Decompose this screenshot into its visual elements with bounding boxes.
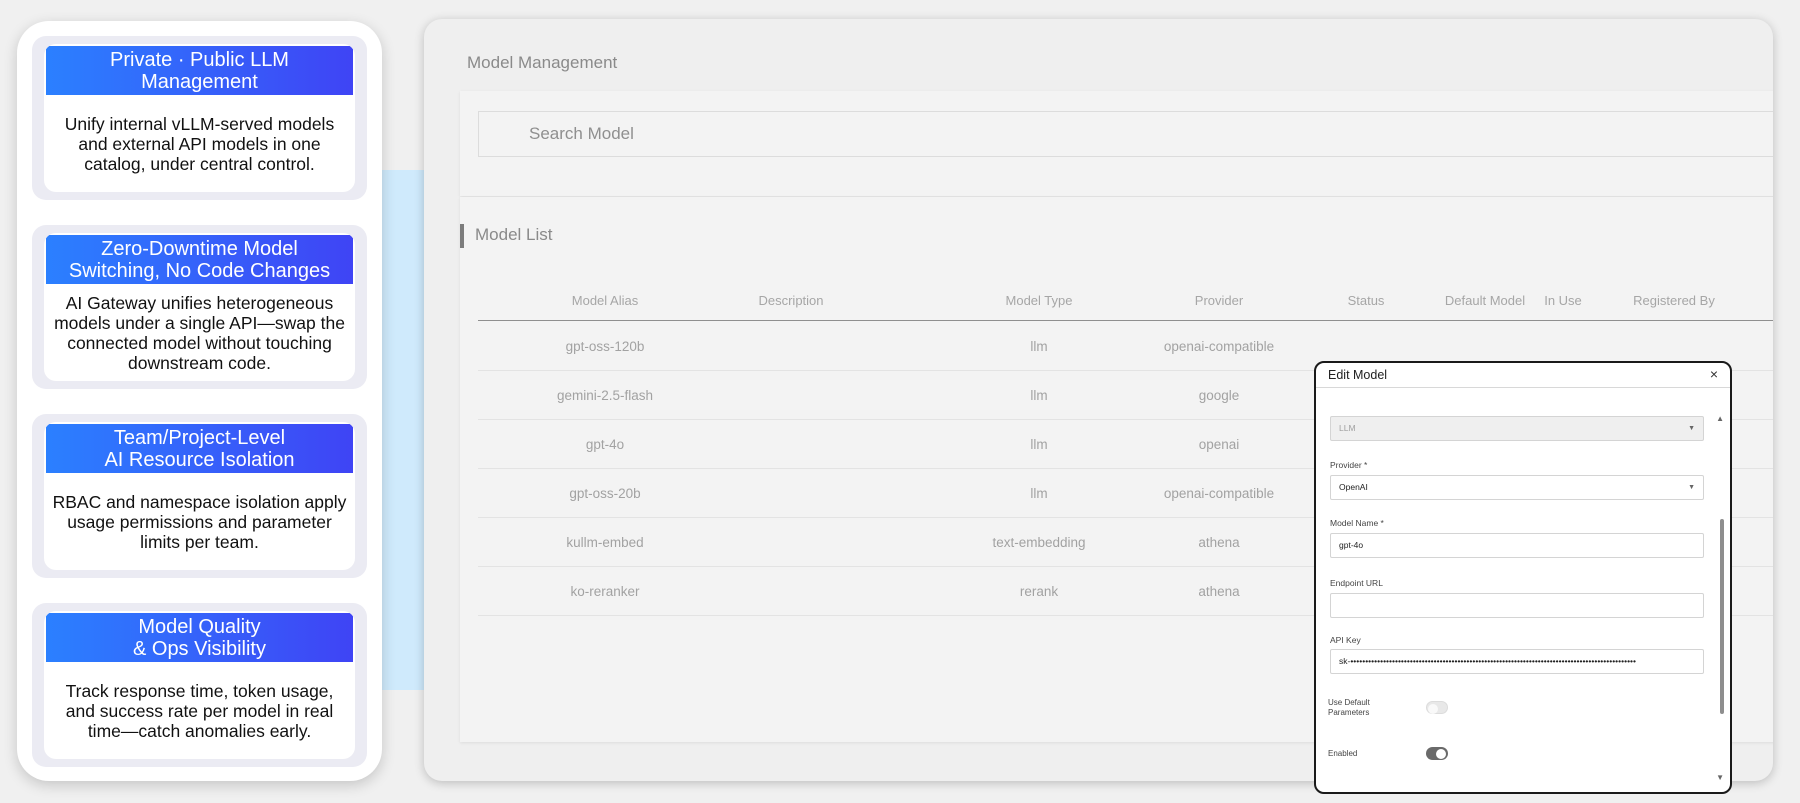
cell-model-type: llm [1030,486,1048,501]
table-header: Model Alias Description Model Type Provi… [478,269,1773,321]
provider-label: Provider * [1330,460,1368,470]
dialog-header: Edit Model × [1316,363,1730,388]
model-type-select[interactable]: LLM ▼ [1330,416,1704,441]
column-header-registered-by[interactable]: Registered By [1633,293,1715,308]
api-key-label: API Key [1330,635,1361,645]
model-type-value: LLM [1339,423,1356,433]
cell-provider: google [1198,388,1240,403]
cell-model-alias: gpt-oss-120b [565,339,645,354]
enabled-toggle[interactable] [1426,747,1448,760]
section-accent-bar [460,224,464,248]
cell-provider: openai-compatible [1163,339,1275,354]
feature-card-body: RBAC and namespace isolation apply usage… [52,492,347,552]
feature-card-title: Zero-Downtime Model Switching, No Code C… [46,235,353,284]
column-header-model-type[interactable]: Model Type [1006,293,1073,308]
feature-card-body: Unify internal vLLM-served models and ex… [64,114,335,174]
page-title: Model Management [467,53,618,72]
feature-card-body: AI Gateway unifies heterogeneous models … [54,293,345,373]
edit-model-dialog: Edit Model × LLM ▼ Provider * OpenAI ▼ M… [1314,361,1732,794]
column-header-status[interactable]: Status [1348,293,1385,308]
scrollbar-thumb[interactable] [1720,519,1724,714]
model-name-label: Model Name * [1330,518,1384,528]
dialog-scrollbar[interactable] [1720,415,1724,735]
model-name-input[interactable]: gpt-4o [1330,533,1704,558]
column-header-description[interactable]: Description [758,293,823,308]
column-header-model-alias[interactable]: Model Alias [572,293,638,308]
chevron-down-icon: ▼ [1688,484,1695,491]
cell-provider: athena [1198,535,1240,550]
toggle-knob [1436,748,1446,759]
endpoint-url-label: Endpoint URL [1330,578,1383,588]
section-title: Model List [475,225,553,244]
feature-card-body: Track response time, token usage, and su… [65,681,334,741]
cell-model-type: llm [1030,437,1048,452]
dialog-title: Edit Model [1328,368,1388,382]
cell-model-alias: gemini-2.5-flash [556,388,654,403]
cell-provider: athena [1198,584,1240,599]
feature-card-title: Model Quality & Ops Visibility [46,613,353,662]
cell-model-alias: kullm-embed [566,535,644,550]
cell-model-alias: gpt-oss-20b [569,486,641,501]
cell-model-type: llm [1030,388,1048,403]
cell-model-alias: gpt-4o [585,437,625,452]
column-header-in-use[interactable]: In Use [1544,293,1582,308]
use-default-parameters-label: Use Default Parameters [1328,698,1370,717]
chevron-down-icon: ▼ [1688,425,1695,432]
scroll-down-arrow-icon[interactable]: ▼ [1716,773,1724,782]
search-input[interactable] [478,111,1773,157]
toggle-knob [1428,703,1438,714]
api-key-input[interactable]: sk-•••••••••••••••••••••••••••••••••••••… [1330,649,1704,674]
cell-model-alias: ko-reranker [570,584,640,599]
cell-model-type: rerank [1019,584,1059,599]
cell-model-type: llm [1030,339,1048,354]
close-icon[interactable]: × [1706,365,1722,383]
endpoint-url-input[interactable] [1330,593,1704,618]
feature-card-ops-visibility: Model Quality & Ops Visibility Track res… [32,603,367,767]
cell-provider: openai-compatible [1163,486,1275,501]
feature-card-llm-management: Private · Public LLM Management Unify in… [32,36,367,200]
feature-card-model-switching: Zero-Downtime Model Switching, No Code C… [32,225,367,389]
feature-card-title: Private · Public LLM Management [46,46,353,95]
column-header-default-model[interactable]: Default Model [1445,293,1525,308]
cell-model-type: text-embedding [992,535,1086,550]
feature-panel: Private · Public LLM Management Unify in… [17,21,382,781]
provider-select[interactable]: OpenAI ▼ [1330,475,1704,500]
feature-card-resource-isolation: Team/Project-Level AI Resource Isolation… [32,414,367,578]
cell-provider: openai [1198,437,1240,452]
use-default-parameters-toggle[interactable] [1426,701,1448,714]
search-card [460,91,1773,196]
provider-value: OpenAI [1339,482,1368,492]
column-header-provider[interactable]: Provider [1195,293,1243,308]
feature-card-title: Team/Project-Level AI Resource Isolation [46,424,353,473]
enabled-label: Enabled [1328,749,1358,758]
